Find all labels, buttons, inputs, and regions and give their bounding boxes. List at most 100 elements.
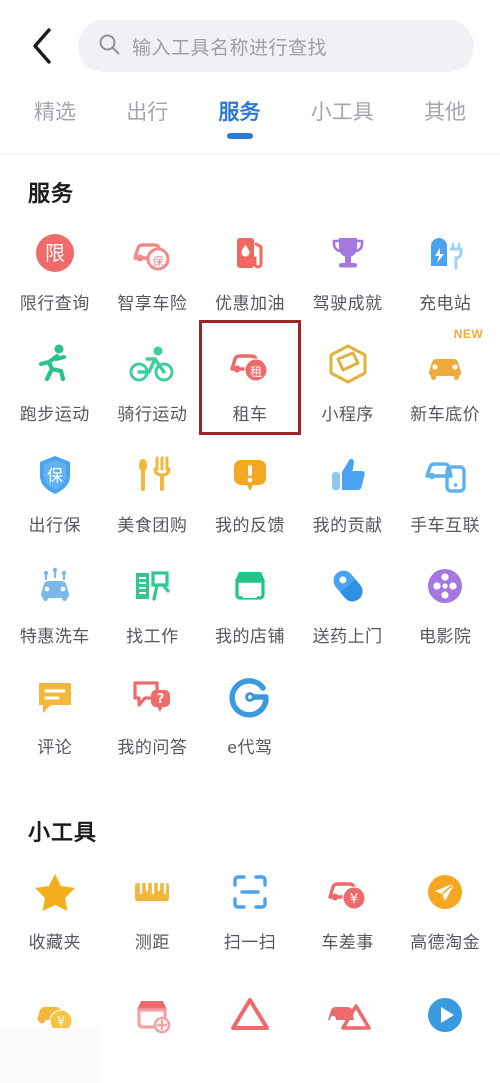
tool-item[interactable]: 美食团购 <box>104 433 202 544</box>
car-wash-icon <box>29 560 81 612</box>
tool-item[interactable]: 充电站 <box>396 211 494 322</box>
edaijia-icon <box>224 671 276 723</box>
tab-jingxuan[interactable]: 精选 <box>30 96 80 128</box>
tool-item-label: 找工作 <box>126 627 179 646</box>
search-icon <box>98 33 120 60</box>
tool-item[interactable]: 评论 <box>6 655 104 766</box>
tool-item[interactable]: 找工作 <box>104 544 202 655</box>
comment-icon <box>29 671 81 723</box>
tool-item-label: 驾驶成就 <box>312 294 383 313</box>
car-accident-icon <box>322 989 374 1041</box>
chevron-left-icon <box>29 26 55 66</box>
tab-qita[interactable]: 其他 <box>420 96 470 128</box>
tool-item[interactable]: 小程序 <box>299 322 397 433</box>
tool-item[interactable]: 我的反馈 <box>201 433 299 544</box>
tool-item[interactable] <box>201 973 299 1041</box>
gold-rush-icon <box>419 866 471 918</box>
tool-item-label: 限行查询 <box>19 294 90 313</box>
header-bar: 输入工具名称进行查找 <box>0 0 500 92</box>
star-icon <box>29 866 81 918</box>
back-button[interactable] <box>18 22 66 70</box>
tool-item-label: 我的店铺 <box>214 627 285 646</box>
tools-content: 服务 限限行查询保智享车险 优惠加油 驾驶成就 充电站 跑步运动 骑行运动租租车 小程序 NE… <box>0 155 500 1041</box>
tool-item-label: 车差事 <box>321 933 374 952</box>
tool-item[interactable]: 收藏夹 <box>6 850 104 961</box>
tool-item[interactable]: 扫一扫 <box>201 850 299 961</box>
food-groupon-icon <box>126 449 178 501</box>
tool-item[interactable] <box>104 973 202 1041</box>
tool-item[interactable]: NEW 新车底价 <box>396 322 494 433</box>
tool-item[interactable]: 特惠洗车 <box>6 544 104 655</box>
tool-item-label: 骑行运动 <box>117 405 188 424</box>
cycling-icon <box>126 338 178 390</box>
running-icon <box>29 338 81 390</box>
tab-label: 小工具 <box>310 101 374 124</box>
tool-item[interactable]: 高德淘金 <box>396 850 494 961</box>
charging-station-icon <box>419 227 471 279</box>
tool-item[interactable] <box>299 973 397 1041</box>
tab-label: 出行 <box>126 101 169 124</box>
tool-item-label: 扫一扫 <box>223 933 277 952</box>
tab-fuwu[interactable]: 服务 <box>215 96 265 139</box>
tool-item-label: 特惠洗车 <box>19 627 90 646</box>
tool-item[interactable]: 保智享车险 <box>104 211 202 322</box>
svg-text:租: 租 <box>250 365 262 379</box>
tab-label: 精选 <box>34 101 76 124</box>
tool-item[interactable]: ¥ 车差事 <box>299 850 397 961</box>
tool-item[interactable]: 我的贡献 <box>299 433 397 544</box>
tool-item[interactable] <box>396 973 494 1041</box>
services-grid: 限限行查询保智享车险 优惠加油 驾驶成就 充电站 跑步运动 骑行运动租租车 小程序 NEW 新车… <box>0 211 500 766</box>
tool-item-label: 高德淘金 <box>410 933 481 952</box>
svg-text:限: 限 <box>45 241 65 265</box>
tab-chuxing[interactable]: 出行 <box>122 96 172 128</box>
tool-item[interactable]: 限限行查询 <box>6 211 104 322</box>
thumbs-up-icon <box>322 449 374 501</box>
cinema-icon <box>419 560 471 612</box>
tool-item[interactable]: 租租车 <box>199 320 301 435</box>
tool-item-label: 评论 <box>37 738 73 757</box>
tab-label: 服务 <box>218 101 261 124</box>
tool-item[interactable]: 我的店铺 <box>201 544 299 655</box>
travel-insurance-icon: 保 <box>29 449 81 501</box>
section-title-xiaogongju: 小工具 <box>28 820 98 845</box>
tool-item-label: 我的贡献 <box>312 516 383 535</box>
tab-xiaogongju[interactable]: 小工具 <box>307 96 378 128</box>
tool-item-label: 我的反馈 <box>214 516 285 535</box>
search-input[interactable]: 输入工具名称进行查找 <box>78 20 474 72</box>
tool-item-label: e代驾 <box>227 738 273 757</box>
scan-icon <box>224 866 276 918</box>
tool-item-label: 智享车险 <box>117 294 188 313</box>
bottom-clip-overlay <box>0 1028 100 1083</box>
my-shop-icon <box>224 560 276 612</box>
tool-item[interactable]: 手车互联 <box>396 433 494 544</box>
new-car-price-icon: NEW <box>419 328 483 390</box>
tool-item-label: 跑步运动 <box>19 405 90 424</box>
tool-item-label: 出行保 <box>28 516 82 535</box>
svg-text:保: 保 <box>47 466 63 485</box>
tool-item-label: 送药上门 <box>312 627 383 646</box>
tab-label: 其他 <box>424 101 466 124</box>
tool-item[interactable]: 保出行保 <box>6 433 104 544</box>
tool-item-label: 充电站 <box>418 294 472 313</box>
tool-item[interactable]: 电影院 <box>396 544 494 655</box>
tool-item[interactable]: 优惠加油 <box>201 211 299 322</box>
car-rental-icon: 租 <box>224 338 276 390</box>
tool-item[interactable]: 跑步运动 <box>6 322 104 433</box>
tool-item-label: 租车 <box>232 405 268 424</box>
fuel-discount-icon <box>224 227 276 279</box>
tool-item[interactable]: e代驾 <box>201 655 299 766</box>
tool-item[interactable]: 测距 <box>104 850 202 961</box>
tool-item[interactable]: ? 我的问答 <box>104 655 202 766</box>
trophy-icon <box>322 227 374 279</box>
tool-item[interactable]: 骑行运动 <box>104 322 202 433</box>
shop-add-icon <box>126 989 178 1041</box>
tool-item-label: 手车互联 <box>410 516 481 535</box>
tool-item-label: 电影院 <box>418 627 472 646</box>
search-placeholder: 输入工具名称进行查找 <box>132 37 328 59</box>
tool-item-label: 新车底价 <box>410 405 481 424</box>
tool-item[interactable]: 驾驶成就 <box>299 211 397 322</box>
qa-icon: ? <box>126 671 178 723</box>
tab-active-indicator <box>226 133 253 139</box>
car-errand-icon: ¥ <box>322 866 374 918</box>
tool-item[interactable]: 送药上门 <box>299 544 397 655</box>
